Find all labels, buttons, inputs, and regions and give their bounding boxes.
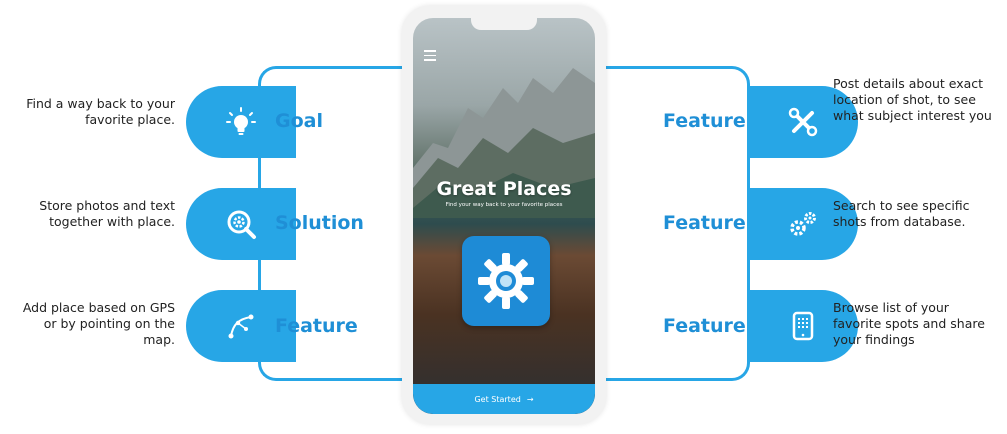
settings-gear-app-icon: [462, 236, 550, 326]
app-subtitle: Find your way back to your favorite plac…: [445, 202, 563, 208]
solution-label: Solution: [275, 212, 364, 234]
tablet-icon: [792, 311, 814, 341]
wrench-screwdriver-icon: [788, 107, 818, 137]
phone-notch: [471, 18, 537, 30]
feature-post-description: Post details about exact location of sho…: [833, 76, 992, 123]
search-gear-icon: [227, 210, 256, 239]
goal-label: Goal: [275, 110, 323, 132]
hamburger-menu-icon[interactable]: [424, 50, 436, 61]
arrow-right-icon: →: [526, 394, 534, 404]
get-started-button[interactable]: Get Started →: [413, 384, 595, 414]
phone-screen: Great Places Find your way back to your …: [413, 18, 595, 414]
phone-mockup: Great Places Find your way back to your …: [402, 6, 606, 424]
solution-description: Store photos and text together with plac…: [39, 198, 175, 229]
feature-search-description: Search to see specific shots from databa…: [833, 198, 970, 229]
feature-post-label: Feature: [663, 110, 746, 132]
gears-icon: [790, 212, 816, 236]
feature-browse-description: Browse list of your favorite spots and s…: [833, 300, 985, 347]
vector-path-icon: [228, 314, 254, 339]
feature-gps-description: Add place based on GPS or by pointing on…: [22, 300, 175, 347]
get-started-label: Get Started: [474, 394, 521, 404]
feature-gps-label: Feature: [275, 315, 358, 337]
lightbulb-icon: [226, 107, 256, 135]
feature-search-label: Feature: [663, 212, 746, 234]
app-title: Great Places: [436, 178, 572, 200]
gear-icon: [478, 253, 534, 309]
feature-browse-label: Feature: [663, 315, 746, 337]
goal-description: Find a way back to your favorite place.: [26, 96, 175, 127]
